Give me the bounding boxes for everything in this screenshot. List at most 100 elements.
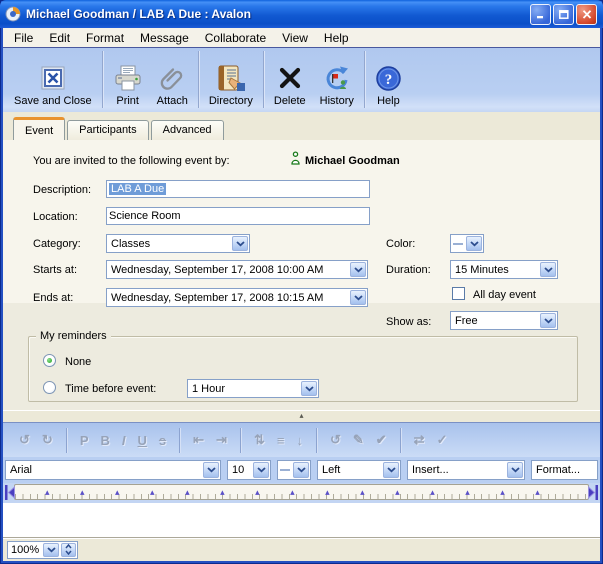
category-select[interactable]: Classes <box>106 234 250 253</box>
insert-below-icon[interactable]: ↓ <box>296 433 303 448</box>
description-input[interactable]: LAB A Due <box>106 180 370 198</box>
menu-bar: File Edit Format Message Collaborate Vie… <box>3 28 600 47</box>
tab-advanced[interactable]: Advanced <box>151 120 224 140</box>
reorder-icon[interactable]: ⇅ <box>254 432 265 448</box>
reminder-time-radio[interactable] <box>43 381 56 394</box>
tab-participants[interactable]: Participants <box>67 120 148 140</box>
maximize-button[interactable] <box>553 4 574 25</box>
toolbar-separator <box>263 51 264 108</box>
italic-icon[interactable]: I <box>122 433 126 448</box>
chevron-down-icon[interactable] <box>232 236 248 251</box>
plain-style-icon[interactable]: P <box>80 433 89 448</box>
location-label: Location: <box>33 211 78 223</box>
chevron-down-icon[interactable] <box>507 462 523 478</box>
chevron-down-icon[interactable] <box>540 262 556 277</box>
close-button[interactable] <box>576 4 597 25</box>
directory-button[interactable]: Directory <box>202 52 260 108</box>
ruler: ▴ ▴ ▴ ▴ ▴ ▴ ▴ ▴ ▴ ▴ ▴ ▴ ▴ ▴ ▴ <box>3 483 600 503</box>
chevron-down-icon[interactable] <box>383 462 399 478</box>
toolbar-separator <box>240 428 241 453</box>
chevron-down-icon[interactable] <box>350 290 366 305</box>
svg-text:?: ? <box>385 72 393 88</box>
font-size-select[interactable]: 10 <box>227 460 271 480</box>
right-indent-marker[interactable] <box>587 484 599 501</box>
ends-at-select[interactable]: Wednesday, September 17, 2008 10:15 AM <box>106 288 368 307</box>
undo-icon[interactable]: ↺ <box>19 432 30 448</box>
toolbar-collapse-handle[interactable]: ▴ <box>3 410 600 422</box>
starts-at-select[interactable]: Wednesday, September 17, 2008 10:00 AM <box>106 260 368 279</box>
message-body-area[interactable] <box>3 503 600 537</box>
menu-view[interactable]: View <box>274 30 316 46</box>
outdent-icon[interactable]: ⇤ <box>193 432 204 448</box>
format-select[interactable]: Format... <box>531 460 598 480</box>
reminder-time-select[interactable]: 1 Hour <box>187 379 319 398</box>
color-select[interactable] <box>450 234 484 253</box>
chevron-down-icon[interactable] <box>293 462 309 478</box>
toolbar-separator <box>198 51 199 108</box>
bold-icon[interactable]: B <box>100 433 109 448</box>
duration-select[interactable]: 15 Minutes <box>450 260 558 279</box>
minimize-button[interactable] <box>530 4 551 25</box>
tab-stop-markers[interactable]: ▴ ▴ ▴ ▴ ▴ ▴ ▴ ▴ ▴ ▴ ▴ ▴ ▴ ▴ ▴ <box>45 487 540 498</box>
history-button[interactable]: History <box>313 52 361 108</box>
help-button[interactable]: ? Help <box>368 52 409 108</box>
chevron-down-icon[interactable] <box>253 462 269 478</box>
approve-icon[interactable]: ✔ <box>376 432 387 448</box>
status-bar: 100% <box>3 537 600 561</box>
indent-icon[interactable]: ⇥ <box>216 432 227 448</box>
description-label: Description: <box>33 184 91 196</box>
menu-file[interactable]: File <box>6 30 41 46</box>
chevron-down-icon[interactable] <box>203 462 219 478</box>
chevron-down-icon[interactable] <box>466 236 482 251</box>
zoom-control[interactable]: 100% <box>7 541 78 559</box>
pen-icon[interactable]: ✎ <box>353 432 364 448</box>
find-replace-icon[interactable]: ⇄ <box>414 432 425 448</box>
print-button[interactable]: Print <box>106 52 150 108</box>
chevron-down-icon[interactable] <box>540 313 556 328</box>
my-reminders-group: My reminders None Time before event: 1 H… <box>28 336 578 402</box>
chevron-down-icon[interactable] <box>43 543 59 557</box>
my-reminders-legend: My reminders <box>36 330 111 342</box>
title-bar: Michael Goodman / LAB A Due : Avalon <box>0 0 603 28</box>
show-as-select[interactable]: Free <box>450 311 558 330</box>
ends-at-label: Ends at: <box>33 292 73 304</box>
reminder-none-radio[interactable] <box>43 354 56 367</box>
all-day-checkbox[interactable] <box>452 287 465 300</box>
font-family-select[interactable]: Arial <box>5 460 221 480</box>
color-label: Color: <box>386 238 415 250</box>
align-icon[interactable]: ≡ <box>277 433 285 448</box>
save-and-close-button[interactable]: Save and Close <box>7 52 99 108</box>
spell-check-icon[interactable]: ✓ <box>437 432 448 448</box>
left-indent-marker[interactable] <box>4 484 16 501</box>
chevron-down-icon[interactable] <box>301 381 317 396</box>
window-title: Michael Goodman / LAB A Due : Avalon <box>26 7 528 21</box>
menu-collaborate[interactable]: Collaborate <box>197 30 274 46</box>
redo-icon[interactable]: ↻ <box>42 432 53 448</box>
spinner-down-icon <box>65 550 72 555</box>
tab-event[interactable]: Event <box>13 117 65 140</box>
chevron-down-icon[interactable] <box>350 262 366 277</box>
menu-edit[interactable]: Edit <box>41 30 78 46</box>
menu-format[interactable]: Format <box>78 30 132 46</box>
maximize-icon <box>559 10 569 19</box>
reminder-time-label: Time before event: <box>65 383 156 395</box>
attach-button[interactable]: Attach <box>150 52 195 108</box>
align-select[interactable]: Left <box>317 460 401 480</box>
text-color-select[interactable] <box>277 460 311 480</box>
category-label: Category: <box>33 238 81 250</box>
menu-message[interactable]: Message <box>132 30 197 46</box>
duration-label: Duration: <box>386 264 431 276</box>
delete-button[interactable]: Delete <box>267 52 313 108</box>
reminder-none-label: None <box>65 356 91 368</box>
toolbar-separator <box>364 51 365 108</box>
revert-icon[interactable]: ↺ <box>330 432 341 448</box>
strikethrough-icon[interactable]: s <box>159 433 166 448</box>
print-icon <box>113 62 143 94</box>
zoom-spinner[interactable] <box>61 543 76 557</box>
underline-icon[interactable]: U <box>138 433 147 448</box>
location-input[interactable]: Science Room <box>106 207 370 225</box>
close-icon <box>582 10 592 19</box>
insert-select[interactable]: Insert... <box>407 460 525 480</box>
all-day-label: All day event <box>473 289 536 301</box>
menu-help[interactable]: Help <box>316 30 357 46</box>
